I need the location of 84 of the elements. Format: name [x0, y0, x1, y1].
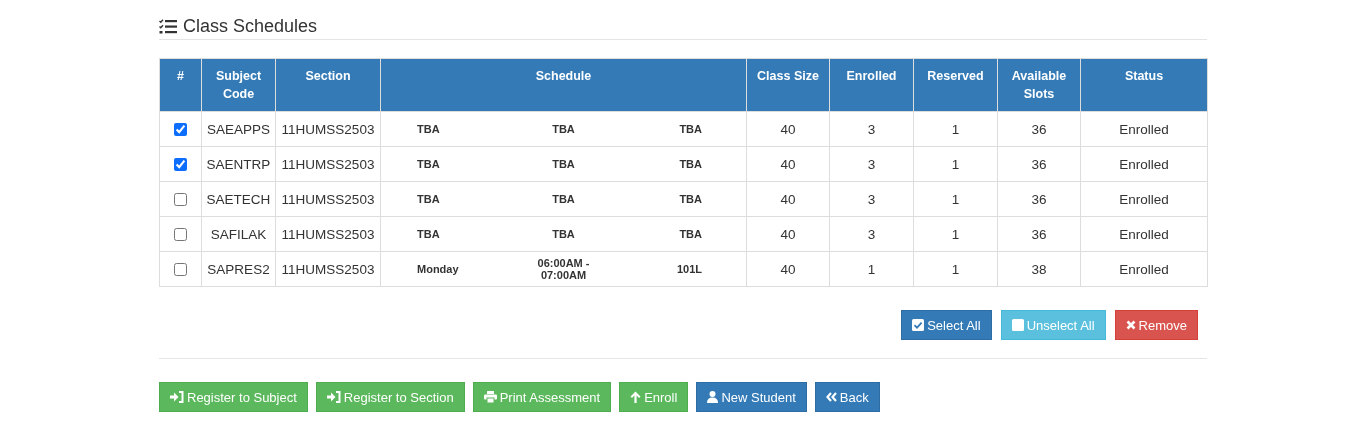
page-title: Class Schedules [183, 15, 318, 37]
schedule-time: TBA [551, 193, 576, 205]
remove-button[interactable]: Remove [1114, 310, 1198, 340]
column-header: Status [1080, 58, 1208, 112]
column-header: Section [275, 58, 381, 112]
row-checkbox[interactable] [174, 193, 187, 207]
table-cell: 36 [997, 181, 1081, 217]
table-cell: Enrolled [1080, 181, 1208, 217]
column-header: Available Slots [997, 58, 1081, 112]
column-header: Enrolled [829, 58, 914, 112]
select-all-button[interactable]: Select All [901, 310, 992, 340]
table-cell: 36 [997, 146, 1081, 182]
schedule-time: TBA [551, 158, 576, 170]
column-header: Reserved [913, 58, 998, 112]
table-cell: 1 [913, 181, 998, 217]
schedule-room: TBA [679, 123, 703, 135]
schedule-day: Monday [385, 263, 459, 275]
table-cell: 11HUMSS2503 [275, 111, 381, 147]
column-header: Class Size [746, 58, 830, 112]
table-cell: SAENTRP [201, 146, 276, 182]
table-cell: 3 [829, 146, 914, 182]
double-chevron-icon [825, 392, 837, 402]
new-student-button[interactable]: New Student [696, 382, 807, 412]
table-cell: 40 [746, 146, 830, 182]
table-cell: 1 [829, 251, 914, 287]
table-cell: 40 [746, 216, 830, 252]
register-subject-button[interactable]: Register to Subject [159, 382, 308, 412]
row-checkbox[interactable] [174, 123, 187, 137]
table-cell: 3 [829, 216, 914, 252]
schedule-day: TBA [385, 158, 440, 170]
table-cell: 11HUMSS2503 [275, 251, 381, 287]
enroll-button[interactable]: Enroll [619, 382, 689, 412]
schedule-day: TBA [385, 123, 440, 135]
table-cell: 1 [913, 146, 998, 182]
user-icon [707, 391, 719, 403]
table-cell: 11HUMSS2503 [275, 181, 381, 217]
print-button[interactable]: Print Assessment [472, 382, 612, 412]
row-checkbox[interactable] [174, 263, 187, 277]
schedule-time: TBA [551, 228, 576, 240]
schedule-day: TBA [385, 228, 440, 240]
schedule-time: TBA [551, 123, 576, 135]
column-header: Subject Code [201, 58, 276, 112]
table-cell: 40 [746, 181, 830, 217]
table-cell: SAETECH [201, 181, 276, 217]
table-cell: Enrolled [1080, 146, 1208, 182]
table-cell: 36 [997, 216, 1081, 252]
table-cell: 40 [746, 111, 830, 147]
table-cell: Enrolled [1080, 216, 1208, 252]
table-cell: 38 [997, 251, 1081, 287]
table-cell: Enrolled [1080, 111, 1208, 147]
printer-icon [483, 391, 497, 403]
schedule-time: 06:00AM - 07:00AM [536, 257, 591, 281]
table-cell: SAEAPPS [201, 111, 276, 147]
table-cell: SAFILAK [201, 216, 276, 252]
square-icon [1011, 319, 1024, 331]
arrow-up-icon [630, 391, 642, 403]
table-cell: 3 [829, 181, 914, 217]
checklist-icon [159, 18, 177, 34]
table-cell: 1 [913, 111, 998, 147]
schedule-room: TBA [679, 158, 703, 170]
table-cell: 3 [829, 111, 914, 147]
row-checkbox[interactable] [174, 158, 187, 172]
schedule-room: TBA [679, 193, 703, 205]
table-cell: 40 [746, 251, 830, 287]
schedule-room: TBA [679, 228, 703, 240]
table-cell: 1 [913, 216, 998, 252]
schedule-day: TBA [385, 193, 440, 205]
table-cell: 1 [913, 251, 998, 287]
table-cell: 11HUMSS2503 [275, 216, 381, 252]
table-cell: 11HUMSS2503 [275, 146, 381, 182]
schedule-room: 101L [676, 263, 703, 275]
row-checkbox[interactable] [174, 228, 187, 242]
unselect-all-button[interactable]: Unselect All [1000, 310, 1106, 340]
close-icon [1125, 320, 1136, 330]
column-header: # [159, 58, 202, 112]
table-cell: SAPRES2 [201, 251, 276, 287]
register-section-button[interactable]: Register to Section [315, 382, 465, 412]
table-cell: Enrolled [1080, 251, 1208, 287]
column-header: Schedule [380, 58, 747, 112]
sign-in-icon [170, 391, 184, 403]
table-cell: 36 [997, 111, 1081, 147]
back-button[interactable]: Back [814, 382, 880, 412]
sign-in-icon [326, 391, 341, 403]
checkbox-icon [912, 319, 925, 331]
